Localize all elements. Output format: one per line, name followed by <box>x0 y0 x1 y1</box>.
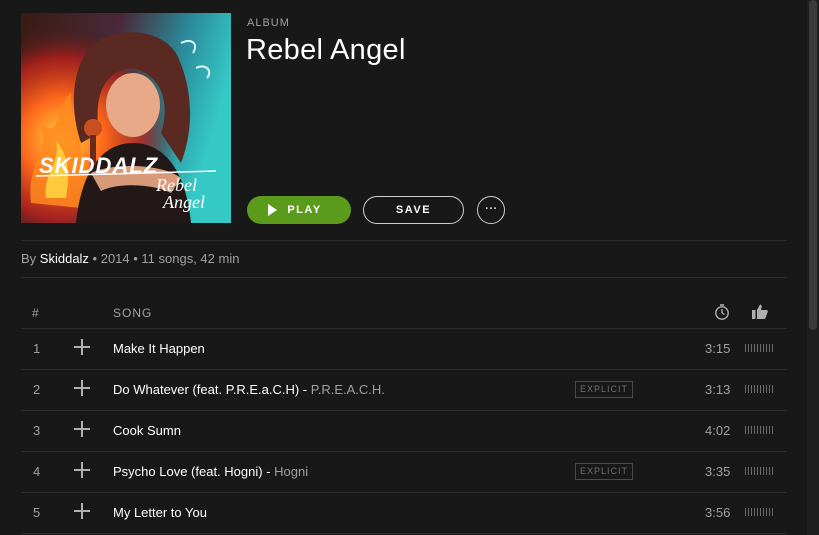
more-options-button[interactable]: ··· <box>477 196 505 224</box>
track-title[interactable]: Do Whatever (feat. P.R.E.a.C.H) - P.R.E.… <box>113 382 385 397</box>
track-number: 3 <box>33 423 41 438</box>
stopwatch-icon[interactable] <box>714 303 730 326</box>
popularity-bar <box>745 385 776 393</box>
play-button[interactable]: PLAY <box>247 196 351 224</box>
track-title-text: Psycho Love (feat. Hogni) <box>113 464 263 479</box>
divider <box>21 277 787 278</box>
add-track-icon[interactable] <box>74 421 90 437</box>
scrollbar[interactable] <box>807 0 819 535</box>
add-track-icon[interactable] <box>74 462 90 478</box>
save-button[interactable]: SAVE <box>363 196 464 224</box>
explicit-badge: EXPLICIT <box>575 381 633 398</box>
album-meta: By Skiddalz • 2014 • 11 songs, 42 min <box>21 251 239 266</box>
album-cover-art: SKIDDALZ Rebel Angel <box>21 13 231 223</box>
play-button-label: PLAY <box>287 204 322 216</box>
meta-by: By <box>21 251 40 266</box>
track-row[interactable]: 4 Psycho Love (feat. Hogni) - Hogni EXPL… <box>21 452 787 493</box>
track-row[interactable]: 1 Make It Happen 3:15 <box>21 329 787 370</box>
track-number: 4 <box>33 464 41 479</box>
track-duration: 3:35 <box>705 464 731 479</box>
artist-link[interactable]: Skiddalz <box>40 251 89 266</box>
thumbs-up-icon[interactable] <box>751 303 769 325</box>
track-row[interactable]: 2 Do Whatever (feat. P.R.E.a.C.H) - P.R.… <box>21 370 787 411</box>
track-row[interactable]: 5 My Letter to You 3:56 <box>21 493 787 534</box>
more-icon: ··· <box>484 202 498 217</box>
track-title-text: Cook Sumn <box>113 423 181 438</box>
track-title-text: My Letter to You <box>113 505 207 520</box>
add-track-icon[interactable] <box>74 503 90 519</box>
track-title[interactable]: My Letter to You <box>113 505 207 520</box>
track-duration: 4:02 <box>705 423 731 438</box>
column-header-song[interactable]: SONG <box>113 306 152 320</box>
divider <box>21 240 787 241</box>
track-number: 5 <box>33 505 41 520</box>
popularity-bar <box>745 467 776 475</box>
track-duration: 3:15 <box>705 341 731 356</box>
track-duration: 3:56 <box>705 505 731 520</box>
album-type-label: ALBUM <box>247 17 290 29</box>
track-separator: - <box>299 382 311 397</box>
track-featured-artist[interactable]: P.R.E.A.C.H. <box>311 382 385 397</box>
track-number: 1 <box>33 341 41 356</box>
meta-details: • 2014 • 11 songs, 42 min <box>88 251 240 266</box>
cover-title-line2: Angel <box>162 192 205 212</box>
popularity-bar <box>745 426 776 434</box>
album-cover[interactable]: SKIDDALZ Rebel Angel <box>21 13 231 223</box>
track-number: 2 <box>33 382 41 397</box>
album-page: SKIDDALZ Rebel Angel ALBUM Rebel Angel P… <box>0 0 819 535</box>
play-icon <box>268 204 278 216</box>
add-track-icon[interactable] <box>74 380 90 396</box>
track-separator: - <box>262 464 275 479</box>
track-title[interactable]: Psycho Love (feat. Hogni) - Hogni <box>113 464 308 479</box>
scrollbar-thumb[interactable] <box>809 0 817 330</box>
track-title[interactable]: Make It Happen <box>113 341 205 356</box>
track-title[interactable]: Cook Sumn <box>113 423 181 438</box>
track-featured-artist[interactable]: Hogni <box>274 464 308 479</box>
explicit-badge: EXPLICIT <box>575 463 633 480</box>
popularity-bar <box>745 344 776 352</box>
add-track-icon[interactable] <box>74 339 90 355</box>
album-title: Rebel Angel <box>246 34 406 66</box>
track-title-text: Do Whatever (feat. P.R.E.a.C.H) <box>113 382 300 397</box>
column-header-number: # <box>32 306 40 320</box>
popularity-bar <box>745 508 776 516</box>
track-duration: 3:13 <box>705 382 731 397</box>
track-row[interactable]: 3 Cook Sumn 4:02 <box>21 411 787 452</box>
track-title-text: Make It Happen <box>113 341 205 356</box>
